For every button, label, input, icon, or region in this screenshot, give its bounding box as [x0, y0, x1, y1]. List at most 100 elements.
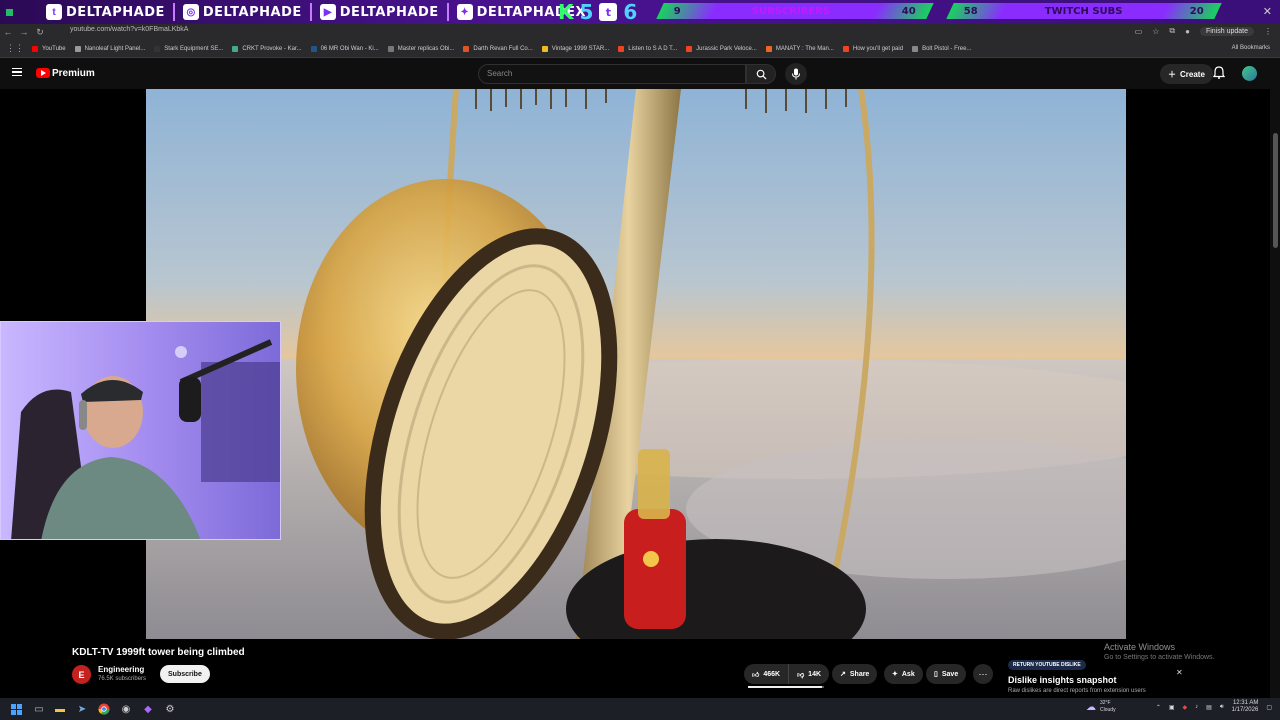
system-tray: ⌃ ▣ ◆ ♪ ▤ 🔊︎ 12:31 AM 1/17/2026 ▢	[1156, 700, 1272, 714]
page-scrollbar[interactable]	[1270, 58, 1280, 698]
bookmark-item[interactable]: Nanoleaf Light Panel...	[74, 45, 145, 52]
notifications-bell-icon[interactable]	[1212, 66, 1226, 84]
bookmark-item[interactable]: 06 MR Obi Wan - Ki...	[310, 45, 379, 52]
account-avatar[interactable]	[1242, 66, 1257, 81]
channel-avatar[interactable]: E	[72, 665, 91, 684]
plus-icon: ＋	[1168, 69, 1176, 79]
microphone-icon[interactable]: ♪	[1195, 704, 1198, 710]
windows-start-icon[interactable]	[9, 702, 23, 716]
bookmark-item[interactable]: Master replicas Obi...	[387, 45, 454, 52]
tray-shield-icon[interactable]: ◆	[1183, 704, 1188, 711]
weather-widget[interactable]: ☁ 32°F Cloudy	[1086, 700, 1116, 714]
bookmark-item[interactable]: Jurassic Park Veloce...	[686, 45, 757, 52]
network-icon[interactable]: ▤	[1206, 704, 1212, 711]
search-icon	[756, 69, 767, 80]
dislike-snapshot-subtitle: Raw dislikes are direct reports from ext…	[1008, 688, 1146, 694]
bookmark-item[interactable]: How you'll get paid	[842, 45, 903, 52]
subscribe-button[interactable]: Subscribe	[160, 665, 210, 683]
bookmark-favicon	[232, 45, 239, 52]
clock-date: 1/17/2026	[1231, 707, 1259, 713]
thumbs-up-icon: 👍︎	[752, 671, 760, 679]
all-bookmarks-link[interactable]: All Bookmarks	[1232, 45, 1270, 51]
like-ratio-bar	[748, 686, 824, 688]
twitch-subs-label: TWITCH SUBS	[1045, 5, 1123, 17]
chevron-up-icon[interactable]: ⌃	[1156, 704, 1161, 711]
bookmark-favicon	[74, 45, 81, 52]
apps-grid-icon[interactable]: ⋮⋮	[6, 43, 24, 54]
video-player[interactable]	[146, 89, 1126, 639]
subscribers-label: SUBSCRIBERS	[752, 5, 831, 17]
scrollbar-thumb[interactable]	[1273, 133, 1278, 248]
reload-icon[interactable]: ↻	[32, 27, 48, 38]
bookmark-favicon	[686, 45, 693, 52]
extensions-icon[interactable]: ⧉	[1169, 26, 1175, 36]
bookmark-favicon	[912, 45, 919, 52]
bookmark-item[interactable]: MANATY : The Man...	[765, 45, 834, 52]
ask-button[interactable]: ✦ Ask	[884, 664, 923, 684]
video-frame	[146, 89, 1126, 639]
youtube-icon: ▶	[319, 4, 336, 20]
volume-icon[interactable]: 🔊︎	[1220, 704, 1224, 711]
chrome-icon[interactable]	[97, 702, 111, 716]
bookmark-favicon	[310, 45, 317, 52]
menu-dots-icon[interactable]: ⋮	[1264, 27, 1272, 36]
close-icon[interactable]: ✕	[1176, 668, 1183, 677]
subscribers-current: 9	[674, 5, 681, 17]
return-youtube-dislike-badge: RETURN YOUTUBE DISLIKE	[1008, 660, 1086, 670]
voice-search-button[interactable]	[785, 63, 807, 85]
kick-icon: K	[558, 0, 574, 24]
thumbs-down-icon: 👎︎	[797, 671, 805, 679]
browser-tab-icon[interactable]	[6, 4, 30, 20]
twitch-app-icon[interactable]: ◆	[141, 702, 155, 716]
bookmark-star-icon[interactable]: ☆	[1152, 27, 1159, 36]
tray-app-icon[interactable]: ▣	[1169, 704, 1175, 711]
bookmark-favicon	[541, 45, 548, 52]
back-arrow-icon[interactable]: ←	[0, 27, 16, 37]
create-button[interactable]: ＋ Create	[1160, 64, 1213, 84]
share-arrow-icon: ↗	[840, 671, 846, 678]
bookmark-item[interactable]: Vintage 1999 STAR...	[541, 45, 609, 52]
hamburger-menu-icon[interactable]	[12, 68, 22, 76]
notifications-icon[interactable]: ▢	[1266, 704, 1272, 711]
save-button[interactable]: ▯ Save	[926, 664, 967, 684]
subscribers-goal: 40	[902, 5, 916, 17]
bookmark-item[interactable]: CRKT Provoke - Kar...	[232, 45, 302, 52]
overlay-divider	[446, 3, 449, 21]
more-actions-button[interactable]: ⋯	[973, 664, 993, 684]
url-field[interactable]: youtube.com/watch?v=k0FBmaLKbkA	[70, 26, 188, 33]
install-app-icon[interactable]: ▭	[1135, 27, 1143, 36]
bookmark-favicon	[618, 45, 625, 52]
overlay-kick-counter: K 5 t 6	[558, 0, 637, 24]
forward-arrow-icon[interactable]: →	[16, 27, 32, 37]
finish-update-button[interactable]: Finish update	[1199, 26, 1254, 36]
overlay-divider	[309, 3, 312, 21]
channel-name[interactable]: Engineering	[98, 665, 144, 674]
kick-count: 5	[579, 0, 594, 24]
dislike-button[interactable]: 👎︎ 14K	[789, 664, 829, 684]
file-explorer-icon[interactable]: ▬	[53, 702, 67, 716]
like-dislike-group: 👍︎ 466K 👎︎ 14K	[744, 664, 830, 684]
youtube-premium-brand[interactable]: Premium	[52, 68, 95, 79]
obs-icon[interactable]: ◉	[119, 702, 133, 716]
search-input[interactable]: Search	[478, 64, 746, 84]
like-button[interactable]: 👍︎ 466K	[744, 664, 790, 684]
bookmark-item[interactable]: Listen to S A D T...	[618, 45, 677, 52]
telegram-icon[interactable]: ➤	[75, 702, 89, 716]
taskbar-clock[interactable]: 12:31 AM 1/17/2026	[1232, 700, 1259, 714]
bookmark-item[interactable]: Darth Revan Full Co...	[463, 45, 533, 52]
task-view-icon[interactable]: ▭	[32, 702, 46, 716]
share-button[interactable]: ↗ Share	[832, 664, 878, 684]
bookmark-item[interactable]: Stark Equipment SE...	[154, 45, 223, 52]
overlay-divider	[172, 3, 175, 21]
bookmark-item[interactable]: YouTube	[32, 45, 66, 52]
activate-windows-subtitle: Go to Settings to activate Windows.	[1104, 654, 1215, 661]
app-icon[interactable]: ⚙	[163, 702, 177, 716]
bookmark-item[interactable]: Bolt Pistol - Free...	[912, 45, 971, 52]
bookmark-favicon	[765, 45, 772, 52]
bookmark-favicon	[842, 45, 849, 52]
youtube-logo-icon[interactable]	[36, 68, 50, 78]
weather-temp: 32°F	[1100, 700, 1111, 706]
search-button[interactable]	[746, 64, 776, 84]
window-close-icon[interactable]: ✕	[1263, 5, 1272, 18]
profile-icon[interactable]: ●	[1185, 27, 1190, 36]
